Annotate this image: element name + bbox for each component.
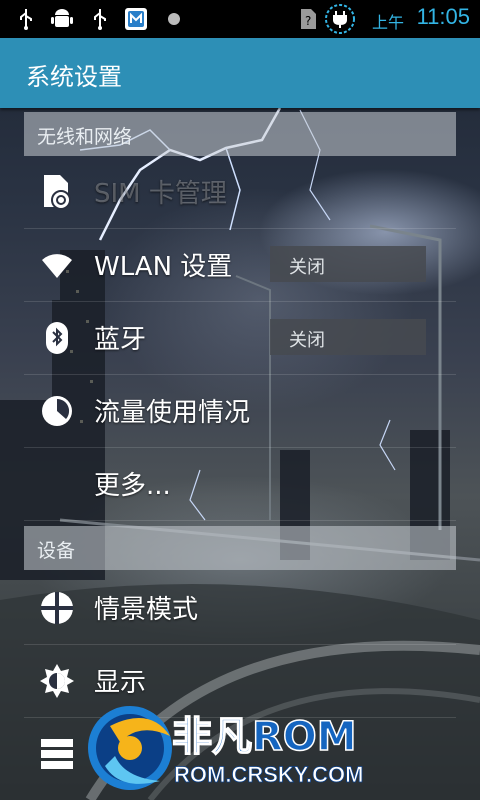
charging-icon xyxy=(325,4,355,34)
bluetooth-icon xyxy=(46,322,68,354)
sim-card-icon xyxy=(44,175,71,210)
settings-item-data-usage[interactable]: 流量使用情况 xyxy=(24,375,456,448)
settings-item-sim[interactable]: SIM 卡管理 xyxy=(24,156,456,229)
clock-ampm: 上午 xyxy=(371,13,404,32)
section-header-label: 无线和网络 xyxy=(37,126,133,148)
section-header-wireless: 无线和网络 xyxy=(24,112,456,156)
settings-item-label: 更多... xyxy=(94,471,171,501)
toggle-label: 关闭 xyxy=(289,257,325,278)
sim-unknown-icon: ? xyxy=(301,9,316,29)
svg-text:ROM.CRSKY.COM: ROM.CRSKY.COM xyxy=(174,762,363,787)
action-bar: 系统设置 xyxy=(0,38,480,108)
settings-item-label: 情景模式 xyxy=(94,595,199,625)
display-icon xyxy=(40,664,74,698)
section-header-device: 设备 xyxy=(24,526,456,570)
watermark-logo: 非凡ROM ROM.CRSKY.COM xyxy=(88,706,364,790)
bluetooth-toggle[interactable]: 关闭 xyxy=(270,319,426,355)
usb-icon xyxy=(94,9,106,30)
clock-time: 11:05 xyxy=(416,4,470,29)
settings-item-label: SIM 卡管理 xyxy=(94,179,227,209)
svg-text:非凡ROM: 非凡ROM xyxy=(172,714,357,760)
status-bar: ? 上午 11:05 xyxy=(0,0,480,38)
usb-icon xyxy=(20,9,32,30)
toggle-label: 关闭 xyxy=(289,330,325,351)
android-debug-icon xyxy=(51,9,73,27)
settings-item-label: 显示 xyxy=(94,668,147,698)
section-header-label: 设备 xyxy=(37,540,76,562)
settings-item-label: WLAN 设置 xyxy=(94,252,233,282)
settings-item-bluetooth[interactable]: 蓝牙 关闭 xyxy=(24,302,456,375)
page-title: 系统设置 xyxy=(26,63,122,91)
settings-item-label: 蓝牙 xyxy=(94,325,147,355)
profiles-icon xyxy=(41,592,73,624)
data-usage-icon xyxy=(42,396,72,426)
wifi-icon xyxy=(42,254,72,278)
app-notification-icon xyxy=(125,8,147,30)
storage-icon xyxy=(41,739,73,769)
settings-item-wlan[interactable]: WLAN 设置 关闭 xyxy=(24,229,456,302)
svg-text:?: ? xyxy=(305,14,311,28)
settings-item-more[interactable]: 更多... xyxy=(24,448,456,521)
wlan-toggle[interactable]: 关闭 xyxy=(270,246,426,282)
settings-item-label: 流量使用情况 xyxy=(94,398,251,428)
moon-icon xyxy=(168,13,180,25)
settings-item-profiles[interactable]: 情景模式 xyxy=(24,572,456,645)
